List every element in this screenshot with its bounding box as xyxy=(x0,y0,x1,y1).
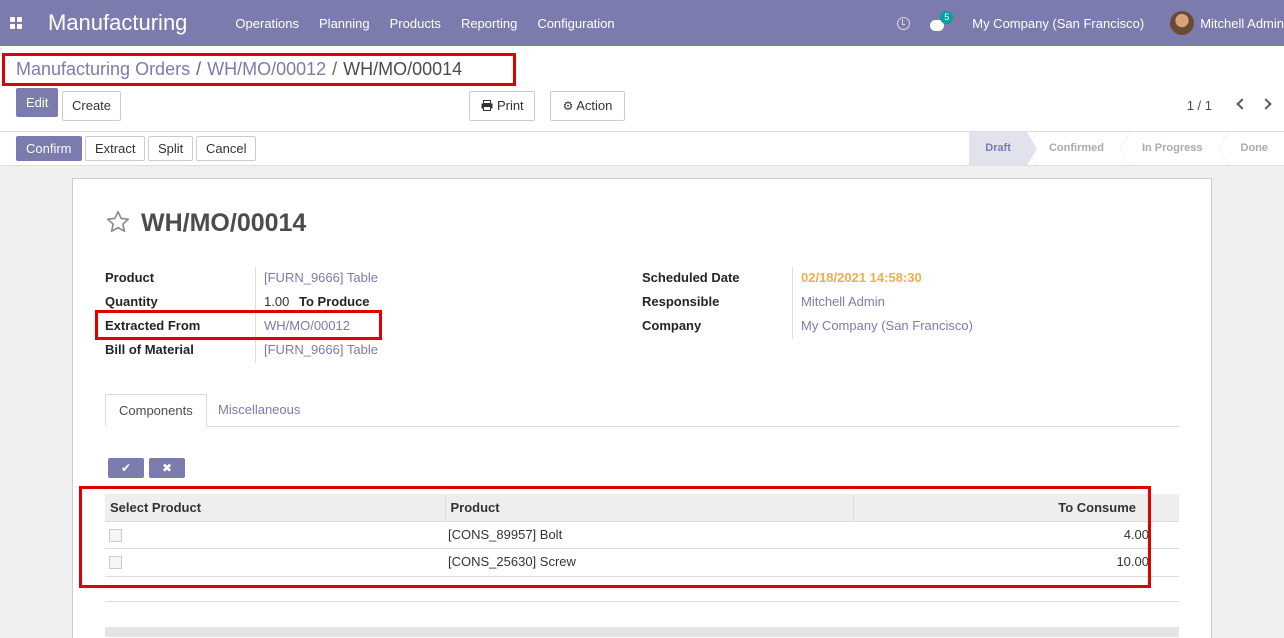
confirm-button[interactable]: Confirm xyxy=(16,136,82,161)
close-icon: ✖ xyxy=(161,461,173,475)
breadcrumb-separator: / xyxy=(332,59,338,79)
bom-link[interactable]: [FURN_9666] Table xyxy=(264,342,378,357)
row-checkbox[interactable] xyxy=(109,556,122,570)
cancel-button[interactable]: Cancel xyxy=(196,136,257,161)
record-title: WH/MO/00014 xyxy=(141,209,307,237)
app-brand[interactable]: Manufacturing xyxy=(48,10,187,36)
right-group-divider xyxy=(792,267,793,339)
column-select-product[interactable]: Select Product xyxy=(105,494,445,521)
row-checkbox-cell xyxy=(105,547,445,575)
row-product[interactable]: [CONS_89957] Bolt xyxy=(445,520,853,548)
breadcrumb-separator: / xyxy=(196,59,202,79)
table-footer xyxy=(105,627,1179,637)
menu-products[interactable]: Products xyxy=(390,16,441,31)
print-label: Print xyxy=(496,98,524,113)
quantity-label: Quantity xyxy=(105,294,158,309)
breadcrumb-manufacturing-orders[interactable]: Manufacturing Orders xyxy=(16,59,190,79)
stage-confirmed[interactable]: Confirmed xyxy=(1026,132,1120,165)
extracted-from-label: Extracted From xyxy=(105,318,201,333)
menu-planning[interactable]: Planning xyxy=(319,16,370,31)
validate-selection-button[interactable]: ✔ xyxy=(108,458,144,478)
company-label: Company xyxy=(642,318,702,333)
gear-icon: ⚙ xyxy=(562,99,574,113)
table-header-row: Select Product Product To Consume xyxy=(105,494,1179,521)
discard-selection-button[interactable]: ✖ xyxy=(149,458,185,478)
breadcrumb: Manufacturing Orders / WH/MO/00012/WH/MO/0… xyxy=(16,59,462,80)
row-checkbox-cell xyxy=(105,520,445,548)
action-label: Action xyxy=(576,98,613,113)
extract-button[interactable]: Extract xyxy=(85,136,146,161)
pager-previous-icon[interactable] xyxy=(1236,98,1248,110)
stage-bar: Draft Confirmed In Progress Done xyxy=(969,132,1284,165)
company-switcher[interactable]: My Company (San Francisco) xyxy=(972,16,1144,31)
row-to-consume[interactable]: 4.00 xyxy=(853,520,1179,548)
stage-draft[interactable]: Draft xyxy=(969,132,1037,165)
chat-badge: 5 xyxy=(940,10,954,24)
responsible-label: Responsible xyxy=(642,294,720,309)
create-button[interactable]: Create xyxy=(62,91,122,121)
top-navbar: Manufacturing Operations Planning Produc… xyxy=(0,0,1284,46)
row-checkbox[interactable] xyxy=(109,529,122,543)
main-menu: Operations Planning Products Reporting C… xyxy=(235,16,634,31)
pager-next-icon[interactable] xyxy=(1260,98,1272,110)
menu-configuration[interactable]: Configuration xyxy=(537,16,614,31)
product-link[interactable]: [FURN_9666] Table xyxy=(264,270,378,285)
quantity-value: 1.00 xyxy=(264,294,290,309)
tab-components[interactable]: Components xyxy=(105,394,207,427)
activity-clock-icon[interactable] xyxy=(897,16,911,30)
product-label: Product xyxy=(105,270,155,285)
column-product[interactable]: Product xyxy=(444,494,853,521)
stage-in-progress[interactable]: In Progress xyxy=(1119,132,1219,165)
scheduled-date-label: Scheduled Date xyxy=(642,270,740,285)
left-group-divider xyxy=(255,267,256,363)
user-menu[interactable]: Mitchell Admin xyxy=(1200,16,1284,31)
star-icon[interactable] xyxy=(105,209,131,235)
column-to-consume[interactable]: To Consume xyxy=(852,494,1179,521)
responsible-link[interactable]: Mitchell Admin xyxy=(801,294,885,309)
table-empty-row-divider xyxy=(105,576,1179,577)
pager-value[interactable]: 1 / 1 xyxy=(1187,98,1212,113)
breadcrumb-parent-mo[interactable]: WH/MO/00012 xyxy=(207,59,326,79)
systray: 5 My Company (San Francisco) Mitchell Ad… xyxy=(897,0,1284,46)
scheduled-date-value[interactable]: 02/18/2021 14:58:30 xyxy=(801,270,922,285)
split-button[interactable]: Split xyxy=(148,136,194,161)
components-table: Select Product Product To Consume [CONS_… xyxy=(105,494,1179,575)
apps-menu-icon[interactable] xyxy=(0,0,32,46)
company-link[interactable]: My Company (San Francisco) xyxy=(801,318,973,333)
action-button[interactable]: ⚙ Action xyxy=(550,91,625,121)
form-sheet: WH/MO/00014 Product [FURN_9666] Table Qu… xyxy=(72,178,1212,638)
print-button[interactable]: Print xyxy=(469,91,535,121)
bom-label: Bill of Material xyxy=(105,342,194,357)
notebook-tabs: Components Miscellaneous xyxy=(105,394,1179,427)
control-panel: Manufacturing Orders / WH/MO/00012/WH/MO/0… xyxy=(0,46,1284,132)
print-icon xyxy=(481,100,493,111)
table-empty-row-divider xyxy=(105,601,1179,602)
check-icon: ✔ xyxy=(120,461,132,475)
extracted-from-link[interactable]: WH/MO/00012 xyxy=(264,318,350,333)
edit-button[interactable]: Edit xyxy=(16,88,59,117)
menu-reporting[interactable]: Reporting xyxy=(461,16,517,31)
user-avatar[interactable] xyxy=(1170,11,1195,35)
quantity-suffix: To Produce xyxy=(299,294,370,309)
tab-miscellaneous[interactable]: Miscellaneous xyxy=(205,394,313,427)
breadcrumb-current: WH/MO/00014 xyxy=(343,59,463,79)
table-row[interactable]: [CONS_25630] Screw 10.00 xyxy=(105,547,1179,575)
status-bar: Confirm Extract Split Cancel Draft Confi… xyxy=(0,132,1284,166)
stage-done[interactable]: Done xyxy=(1218,132,1284,165)
discuss-button[interactable]: 5 xyxy=(930,10,954,31)
row-to-consume[interactable]: 10.00 xyxy=(853,547,1179,575)
table-row[interactable]: [CONS_89957] Bolt 4.00 xyxy=(105,520,1179,548)
menu-operations[interactable]: Operations xyxy=(235,16,299,31)
row-product[interactable]: [CONS_25630] Screw xyxy=(445,547,853,575)
